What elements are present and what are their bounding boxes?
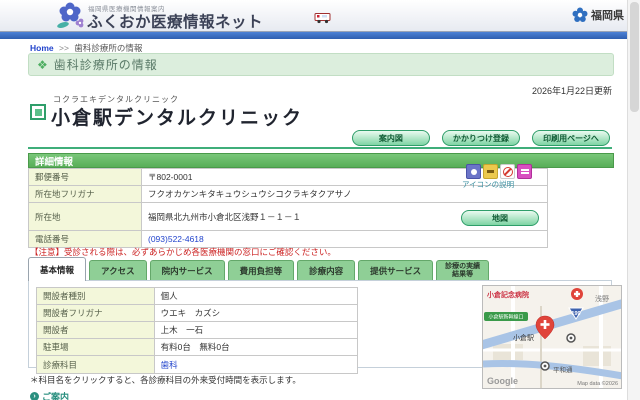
address-value: 福岡県北九州市小倉北区浅野１－１－１ xyxy=(148,211,302,222)
family-doctor-register-button[interactable]: かかりつけ登録 xyxy=(441,130,520,146)
table-row: 診療科目 歯科 xyxy=(36,355,359,374)
header-blue-bar xyxy=(0,32,640,39)
station-exit-label: 小倉駅新幹線口 xyxy=(488,314,523,321)
founder-furigana-label: 開設者フリガナ xyxy=(36,304,155,322)
prefecture-logo: 福岡県 xyxy=(572,7,624,23)
map-image: 199 小倉駅新幹線口 小倉記念病院 浅野 小倉駅 平和通 Google Map… xyxy=(476,286,630,388)
arrow-circle-icon: › xyxy=(30,392,39,400)
table-row: 開設者フリガナ ウエキ カズシ xyxy=(36,304,359,322)
scrollbar-thumb[interactable] xyxy=(630,2,639,112)
breadcrumb-separator: >> xyxy=(59,43,69,53)
tab-provided-services[interactable]: 提供サービス xyxy=(358,260,434,281)
hospital-label: 小倉記念病院 xyxy=(486,290,529,299)
address-cell: 福岡県北九州市小倉北区浅野１－１－１ 地図 xyxy=(141,202,548,231)
route-shield-label: 199 xyxy=(571,311,580,317)
founder-type-value: 個人 xyxy=(153,287,359,305)
scrollbar[interactable] xyxy=(627,0,640,400)
address-furigana-label: 所在地フリガナ xyxy=(28,185,142,203)
tab-basic-info[interactable]: 基本情報 xyxy=(28,257,87,281)
heiwadori-label: 平和通 xyxy=(553,365,573,374)
founder-type-label: 開設者種別 xyxy=(36,287,155,305)
diamond-icon: ❖ xyxy=(37,57,48,72)
tab-results[interactable]: 診療の実績 結果等 xyxy=(436,260,490,281)
green-rule xyxy=(28,147,612,149)
clinic-name: 小倉駅デンタルクリニック xyxy=(51,108,304,129)
tab-bar: 基本情報 アクセス 院内サービス 費用負担等 診療内容 提供サービス 診療の実績… xyxy=(28,257,490,281)
yellow-service-icon xyxy=(483,164,498,179)
clinic-bullet-icon xyxy=(30,104,46,120)
table-row: 所在地 福岡県北九州市小倉北区浅野１－１－１ 地図 xyxy=(28,202,548,231)
asano-label: 浅野 xyxy=(595,294,609,303)
phone-label: 電話番号 xyxy=(28,230,142,248)
service-icons xyxy=(466,164,532,179)
parking-label: 駐車場 xyxy=(36,338,155,356)
page-heading-bar: ❖ 歯科診療所の情報 xyxy=(28,53,614,76)
updated-date: 2026年1月22日更新 xyxy=(531,86,612,96)
founder-furigana-value: ウエキ カズシ xyxy=(153,304,359,322)
breadcrumb-current: 歯科診療所の情報 xyxy=(74,43,143,53)
clipped-bottom-link[interactable]: › ご案内 xyxy=(30,390,69,400)
founder-value: 上木 一石 xyxy=(153,321,359,339)
blue-service-icon xyxy=(466,164,481,179)
guide-map-button[interactable]: 案内図 xyxy=(351,130,430,146)
page: 福岡県医療機関情報案内 ふくおか医療情報ネット 福岡県 Home >> 歯科診療… xyxy=(0,0,640,400)
prefecture-name: 福岡県 xyxy=(591,10,624,22)
map-copyright: Map data ©2026 xyxy=(577,380,618,387)
phone-link[interactable]: (093)522-4618 xyxy=(148,234,204,244)
no-smoking-icon xyxy=(500,164,515,179)
icon-explanation-link[interactable]: アイコンの説明 xyxy=(462,179,514,190)
table-row: 電話番号 (093)522-4618 xyxy=(28,230,548,248)
action-buttons: 案内図 かかりつけ登録 印刷用ページへ xyxy=(351,130,610,146)
map-button[interactable]: 地図 xyxy=(461,210,539,226)
station-label: 小倉駅 xyxy=(513,333,534,342)
tab-costs[interactable]: 費用負担等 xyxy=(227,260,295,281)
table-row: 開設者 上木 一石 xyxy=(36,321,359,339)
pink-service-icon xyxy=(517,164,532,179)
address-label: 所在地 xyxy=(28,202,142,231)
fukuoka-mark-icon xyxy=(572,7,588,22)
basic-info-table: 開設者種別 個人 開設者フリガナ ウエキ カズシ 開設者 上木 一石 駐車場 有… xyxy=(36,287,359,374)
location-map[interactable]: 199 小倉駅新幹線口 小倉記念病院 浅野 小倉駅 平和通 Google Map… xyxy=(476,285,630,389)
department-dentistry-link[interactable]: 歯科 xyxy=(161,360,178,370)
parking-value: 有料0台 無料0台 xyxy=(153,338,359,356)
page-heading: 歯科診療所の情報 xyxy=(53,58,158,72)
table-row: 開設者種別 個人 xyxy=(36,287,359,305)
departments-label: 診療科目 xyxy=(36,355,155,374)
breadcrumb-home-link[interactable]: Home xyxy=(30,43,54,53)
tab-in-house-services[interactable]: 院内サービス xyxy=(149,260,225,281)
site-title: ふくおか医療情報ネット xyxy=(87,14,264,31)
google-logo: Google xyxy=(487,376,518,386)
founder-label: 開設者 xyxy=(36,321,155,339)
postal-code-label: 郵便番号 xyxy=(28,168,142,186)
ambulance-icon xyxy=(314,13,331,24)
departments-footnote: ＊科目名をクリックすると、各診療科目の外来受付時間を表示します。 xyxy=(30,375,301,385)
print-page-button[interactable]: 印刷用ページへ xyxy=(532,130,610,146)
tab-access[interactable]: アクセス xyxy=(89,260,147,281)
table-row: 駐車場 有料0台 無料0台 xyxy=(36,338,359,356)
tab-treatment-details[interactable]: 診療内容 xyxy=(297,260,356,281)
site-logo-flower-icon xyxy=(57,2,84,28)
